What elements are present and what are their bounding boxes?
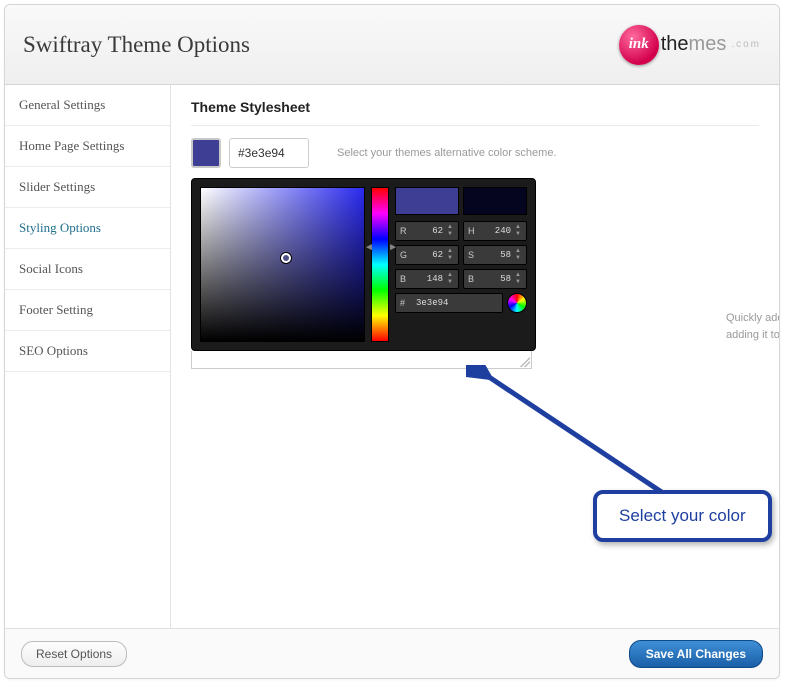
panel-body: General Settings Home Page Settings Slid… (5, 85, 779, 628)
callout-text: Select your color (619, 506, 746, 525)
css-hint: Quickly add some CSS to your theme by ad… (726, 310, 779, 343)
hue-slider-handle-icon[interactable]: ◄► (364, 242, 398, 253)
preview-new (395, 187, 459, 215)
logo-text: themes (661, 33, 727, 56)
color-input-row: Select your themes alternative color sch… (191, 138, 759, 168)
options-panel: Swiftray Theme Options ink themes .com G… (4, 4, 780, 679)
hex-input[interactable] (229, 138, 309, 168)
sidebar-item-general[interactable]: General Settings (5, 85, 170, 126)
scheme-hint: Select your themes alternative color sch… (337, 147, 557, 159)
color-swatch[interactable] (191, 138, 221, 168)
spin-up-icon[interactable]: ▲ (446, 272, 454, 279)
brand-logo: ink themes .com (619, 25, 761, 65)
sidebar-item-slider[interactable]: Slider Settings (5, 167, 170, 208)
spin-up-icon[interactable]: ▲ (514, 248, 522, 255)
spin-down-icon[interactable]: ▼ (514, 279, 522, 286)
picker-fields: R62▲▼ H240▲▼ G62▲▼ S58▲▼ B148▲▼ B58▲▼ #3… (395, 187, 527, 342)
saturation-value-area[interactable] (200, 187, 365, 342)
field-hex[interactable]: #3e3e94 (395, 293, 503, 313)
spin-up-icon[interactable]: ▲ (514, 272, 522, 279)
reset-button[interactable]: Reset Options (21, 641, 127, 667)
sidebar-item-styling[interactable]: Styling Options (5, 208, 170, 249)
sidebar-item-homepage[interactable]: Home Page Settings (5, 126, 170, 167)
spin-down-icon[interactable]: ▼ (514, 231, 522, 238)
sidebar-item-seo[interactable]: SEO Options (5, 331, 170, 372)
panel-header: Swiftray Theme Options ink themes .com (5, 5, 779, 85)
hue-slider[interactable]: ◄► (371, 187, 389, 342)
field-h[interactable]: H240▲▼ (463, 221, 527, 241)
field-brightness[interactable]: B58▲▼ (463, 269, 527, 289)
custom-css-textarea[interactable] (191, 351, 532, 369)
sv-cursor-icon[interactable] (281, 253, 291, 263)
logo-mark-icon: ink (619, 25, 659, 65)
annotation-callout: Select your color (593, 490, 772, 542)
field-g[interactable]: G62▲▼ (395, 245, 459, 265)
spin-down-icon[interactable]: ▼ (446, 231, 454, 238)
spin-up-icon[interactable]: ▲ (446, 248, 454, 255)
field-s[interactable]: S58▲▼ (463, 245, 527, 265)
logo-suffix: .com (731, 39, 761, 50)
save-button[interactable]: Save All Changes (629, 640, 763, 668)
spin-up-icon[interactable]: ▲ (446, 224, 454, 231)
spin-down-icon[interactable]: ▼ (446, 255, 454, 262)
section-title: Theme Stylesheet (191, 99, 759, 126)
main-content: Theme Stylesheet Select your themes alte… (171, 85, 779, 628)
field-b[interactable]: B148▲▼ (395, 269, 459, 289)
spin-up-icon[interactable]: ▲ (514, 224, 522, 231)
spin-down-icon[interactable]: ▼ (446, 279, 454, 286)
page-title: Swiftray Theme Options (23, 32, 250, 58)
field-r[interactable]: R62▲▼ (395, 221, 459, 241)
color-wheel-icon[interactable] (507, 293, 527, 313)
spin-down-icon[interactable]: ▼ (514, 255, 522, 262)
preview-old (463, 187, 527, 215)
sidebar-item-footer[interactable]: Footer Setting (5, 290, 170, 331)
color-picker: ◄► R62▲▼ H240▲▼ G62▲▼ S58▲▼ (191, 178, 536, 351)
sidebar: General Settings Home Page Settings Slid… (5, 85, 171, 628)
sidebar-item-social[interactable]: Social Icons (5, 249, 170, 290)
panel-footer: Reset Options Save All Changes (5, 628, 779, 678)
